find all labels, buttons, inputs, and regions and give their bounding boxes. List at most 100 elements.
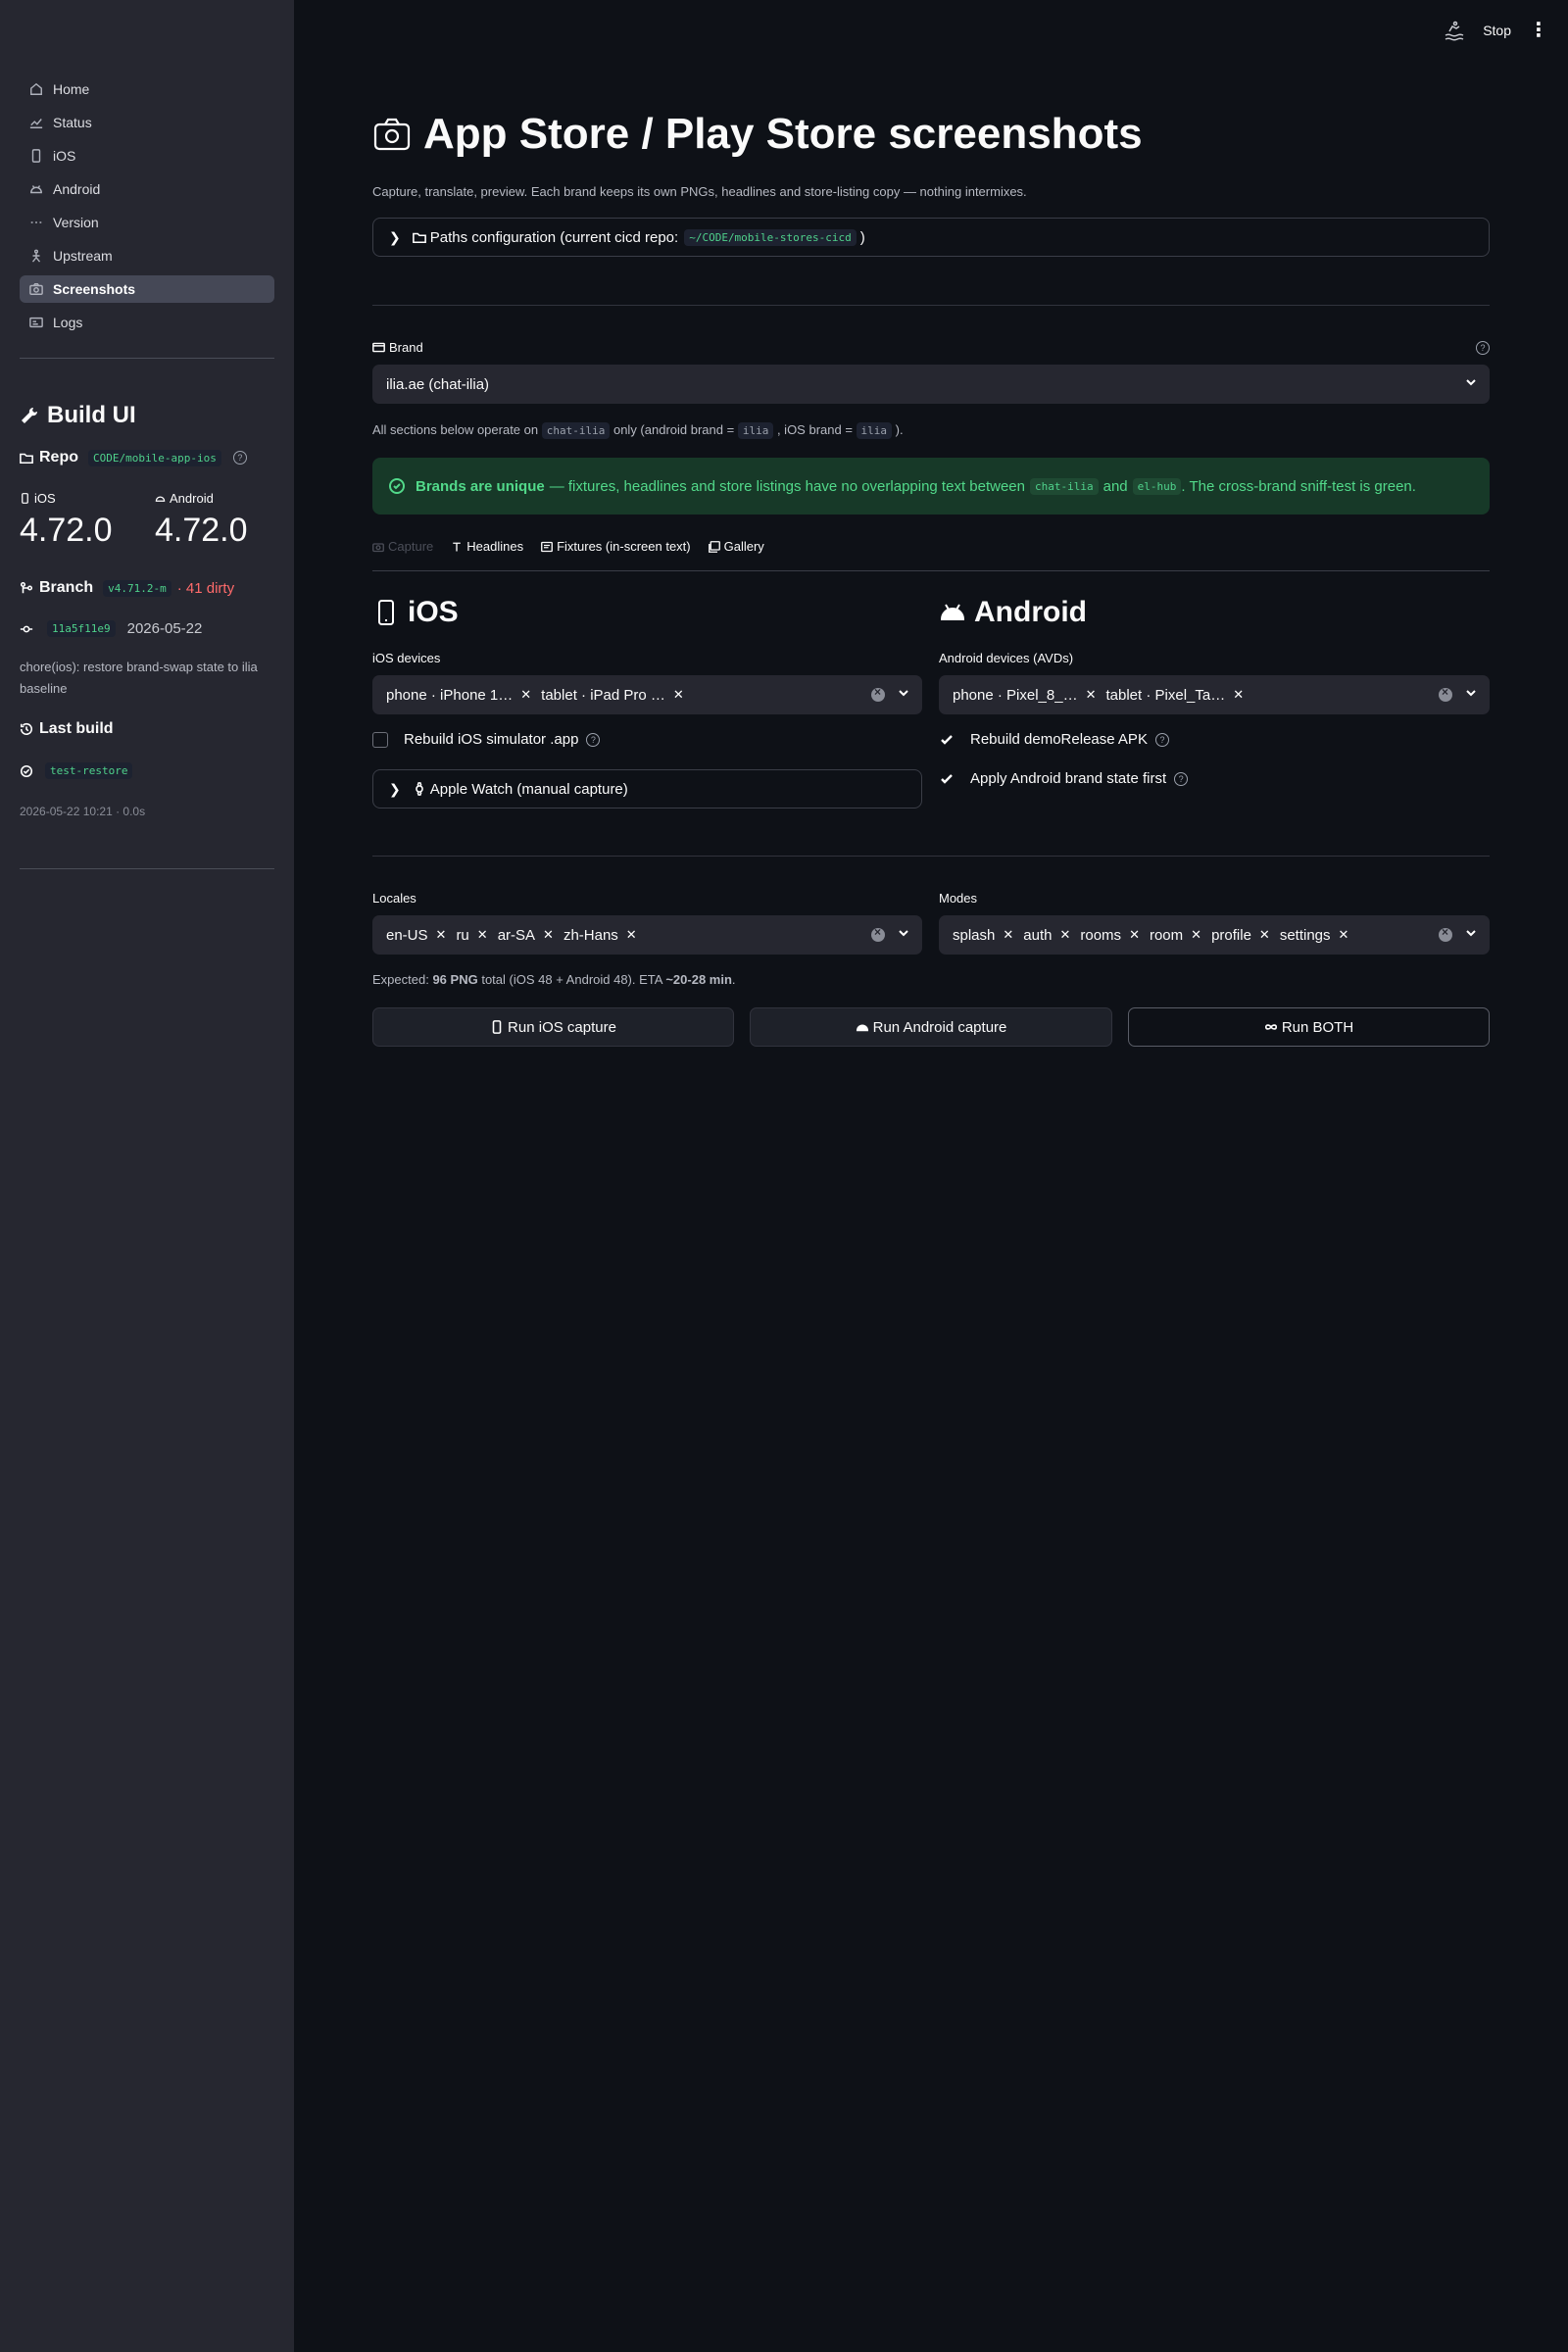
android-device-chip[interactable]: phone · Pixel_8_… ✕ <box>953 687 1097 704</box>
help-icon[interactable]: ? <box>232 451 247 465</box>
help-icon[interactable]: ? <box>586 732 601 747</box>
locale-chip[interactable]: ar-SA ✕ <box>498 927 554 944</box>
close-icon[interactable]: ✕ <box>1259 927 1270 943</box>
mode-chip[interactable]: auth ✕ <box>1023 927 1070 944</box>
close-icon[interactable]: ✕ <box>520 687 531 703</box>
tab-fixtures[interactable]: Fixtures (in-screen text) <box>541 539 691 554</box>
sidebar-item-screenshots[interactable]: Screenshots <box>20 275 274 303</box>
page-subtitle: Capture, translate, preview. Each brand … <box>372 184 1027 199</box>
rebuild-ios-checkbox[interactable]: Rebuild iOS simulator .app ? <box>372 731 601 748</box>
ios-devices-select[interactable]: phone · iPhone 1… ✕ tablet · iPad Pro … ✕ <box>372 675 922 714</box>
section-divider <box>372 305 1490 306</box>
branch-value: v4.71.2-m <box>103 579 172 597</box>
branch-icon <box>20 581 33 594</box>
close-icon[interactable]: ✕ <box>1339 927 1349 943</box>
paths-expander[interactable]: ❯ Paths configuration (current cicd repo… <box>372 218 1490 257</box>
tab-headlines[interactable]: Headlines <box>451 539 523 554</box>
rebuild-apk-checkbox[interactable]: Rebuild demoRelease APK ? <box>939 731 1169 748</box>
more-menu-icon[interactable]: ⋮ <box>1529 18 1548 42</box>
mode-chip[interactable]: splash ✕ <box>953 927 1013 944</box>
chevron-down-icon[interactable] <box>1464 926 1478 940</box>
mode-chip[interactable]: profile ✕ <box>1211 927 1270 944</box>
help-icon[interactable]: ? <box>1174 771 1189 786</box>
modes-select[interactable]: splash ✕ auth ✕ rooms ✕ room ✕ profile ✕ sett… <box>939 915 1490 955</box>
chart-icon <box>29 119 43 128</box>
locale-chip[interactable]: en-US ✕ <box>386 927 446 944</box>
run-android-button[interactable]: Run Android capture <box>750 1007 1112 1047</box>
android-icon <box>940 604 965 620</box>
sidebar-item-android[interactable]: Android <box>20 175 274 203</box>
close-icon[interactable]: ✕ <box>1059 927 1070 943</box>
close-icon[interactable]: ✕ <box>673 687 684 703</box>
android-version-value: 4.72.0 <box>155 512 248 549</box>
checkbox[interactable] <box>372 731 388 748</box>
close-icon[interactable]: ✕ <box>1129 927 1140 943</box>
locales-label: Locales <box>372 891 416 906</box>
phone-icon <box>22 493 28 504</box>
android-device-chip[interactable]: tablet · Pixel_Ta… ✕ <box>1106 687 1245 704</box>
phone-icon <box>31 149 41 163</box>
close-icon[interactable]: ✕ <box>1191 927 1201 943</box>
tab-divider <box>372 570 1490 571</box>
sidebar-item-upstream[interactable]: Upstream <box>20 242 274 270</box>
chevron-down-icon[interactable] <box>1464 686 1478 700</box>
close-icon[interactable]: ✕ <box>436 927 447 943</box>
clear-all-icon[interactable] <box>871 925 885 942</box>
run-ios-button[interactable]: Run iOS capture <box>372 1007 734 1047</box>
run-both-button[interactable]: Run BOTH <box>1128 1007 1490 1047</box>
apply-brand-checkbox[interactable]: Apply Android brand state first ? <box>939 770 1189 787</box>
stop-button[interactable]: Stop <box>1483 23 1511 38</box>
last-build-status: test-restore <box>20 762 133 779</box>
chevron-down-icon[interactable] <box>897 926 910 940</box>
sidebar-divider <box>20 868 274 869</box>
ios-metric-label: iOS <box>20 491 56 506</box>
gallery-icon <box>708 540 720 553</box>
chevron-down-icon <box>1466 379 1476 386</box>
tab-capture[interactable]: Capture <box>372 539 433 554</box>
close-icon[interactable]: ✕ <box>543 927 554 943</box>
checkbox-checked[interactable] <box>939 732 955 748</box>
close-icon[interactable]: ✕ <box>626 927 637 943</box>
chevron-down-icon[interactable] <box>897 686 910 700</box>
commit-icon <box>20 625 33 632</box>
mode-chip[interactable]: rooms ✕ <box>1080 927 1140 944</box>
android-devices-select[interactable]: phone · Pixel_8_… ✕ tablet · Pixel_Ta… ✕ <box>939 675 1490 714</box>
branch-row: Branch v4.71.2-m · 41 dirty <box>20 579 234 597</box>
ios-device-chip[interactable]: tablet · iPad Pro … ✕ <box>541 687 684 704</box>
checkbox-checked[interactable] <box>939 771 955 787</box>
paths-repo: ~/CODE/mobile-stores-cicd <box>684 228 857 246</box>
close-icon[interactable]: ✕ <box>477 927 488 943</box>
close-icon[interactable]: ✕ <box>1086 687 1097 703</box>
locale-chip[interactable]: ru ✕ <box>456 927 487 944</box>
locale-chip[interactable]: zh-Hans ✕ <box>564 927 637 944</box>
brand-select[interactable]: ilia.ae (chat-ilia) <box>372 365 1490 404</box>
brand-note: All sections below operate on chat-ilia … <box>372 422 904 439</box>
help-icon[interactable]: ? <box>1154 732 1169 747</box>
mode-chip[interactable]: settings ✕ <box>1280 927 1349 944</box>
last-build-time: 2026-05-22 10:21 · 0.0s <box>20 805 146 818</box>
tab-gallery[interactable]: Gallery <box>708 539 764 554</box>
check-circle-icon <box>20 764 33 777</box>
text-icon <box>453 542 461 551</box>
sidebar-item-home[interactable]: Home <box>20 75 274 103</box>
clear-all-icon[interactable] <box>871 685 885 702</box>
commit-hash: 11a5f11e9 <box>47 620 116 637</box>
apple-watch-expander[interactable]: ❯ Apple Watch (manual capture) <box>372 769 922 808</box>
sidebar-item-version[interactable]: Version <box>20 209 274 236</box>
upstream-icon <box>31 249 41 263</box>
ios-device-chip[interactable]: phone · iPhone 1… ✕ <box>386 687 531 704</box>
sidebar-item-logs[interactable]: Logs <box>20 309 274 336</box>
close-icon[interactable]: ✕ <box>1233 687 1244 703</box>
sidebar-item-status[interactable]: Status <box>20 109 274 136</box>
mode-chip[interactable]: room ✕ <box>1150 927 1201 944</box>
clear-all-icon[interactable] <box>1439 685 1452 702</box>
last-build-row: Last build <box>20 720 123 738</box>
clear-all-icon[interactable] <box>1439 925 1452 942</box>
locales-select[interactable]: en-US ✕ ru ✕ ar-SA ✕ zh-Hans ✕ <box>372 915 922 955</box>
sidebar-item-ios[interactable]: iOS <box>20 142 274 170</box>
close-icon[interactable]: ✕ <box>1003 927 1013 943</box>
id-card-icon <box>372 342 385 353</box>
chevron-right-icon: ❯ <box>389 780 401 797</box>
text-box-icon <box>541 541 554 552</box>
help-icon[interactable]: ? <box>1476 341 1490 355</box>
